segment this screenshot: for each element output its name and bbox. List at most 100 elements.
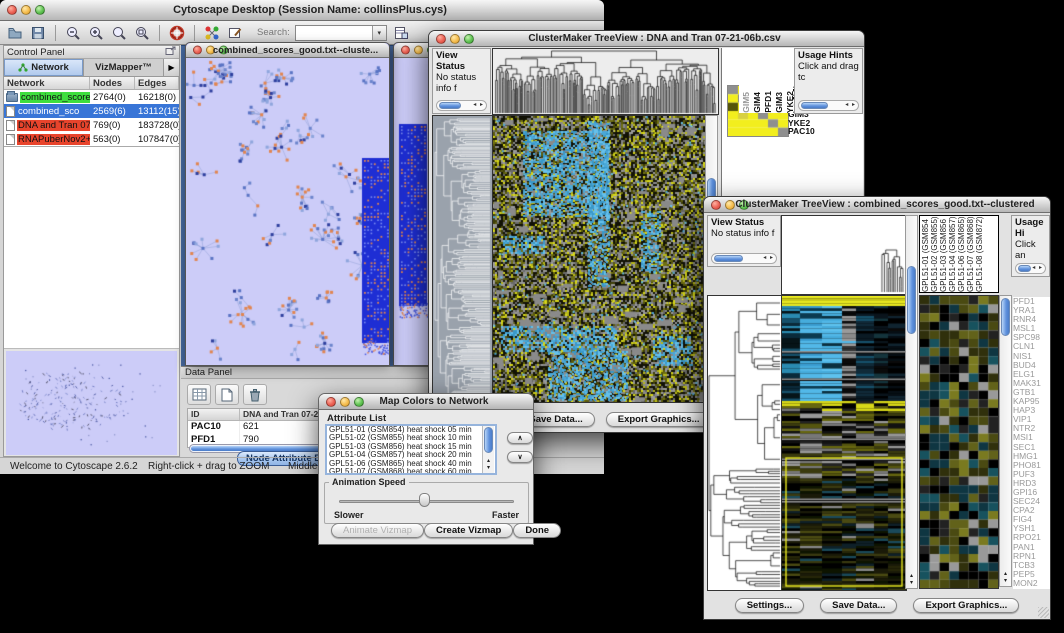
tab-vizmapper[interactable]: VizMapper™ bbox=[84, 59, 164, 76]
vizmapper-icon[interactable] bbox=[203, 24, 221, 42]
treeview-button[interactable]: Save Data... bbox=[820, 598, 897, 613]
attribute-list[interactable]: GPL51-01 (GSM854) heat shock 05 minGPL51… bbox=[325, 424, 497, 475]
tab-overflow-arrow[interactable]: ▶ bbox=[164, 59, 179, 76]
column-label[interactable]: GPL51-03 (GSM856 bbox=[939, 216, 948, 292]
minimize-icon[interactable] bbox=[414, 46, 423, 55]
col-edges[interactable]: Edges bbox=[135, 77, 179, 89]
zoom-out-icon[interactable] bbox=[64, 24, 82, 42]
close-icon[interactable] bbox=[436, 34, 446, 44]
scrollbar-thumb[interactable] bbox=[1001, 298, 1010, 336]
treeview-button[interactable]: Settings... bbox=[735, 598, 804, 613]
panel-scrollbar[interactable]: ◂ ▸ bbox=[436, 100, 487, 111]
network-file-icon bbox=[6, 134, 15, 145]
combined-heatmap[interactable] bbox=[781, 295, 907, 591]
scrollbar-thumb[interactable] bbox=[484, 427, 493, 453]
dna-heatmap[interactable] bbox=[492, 115, 707, 403]
search-input[interactable]: ▾ bbox=[295, 25, 387, 41]
treeview-button[interactable]: Export Graphics... bbox=[913, 598, 1019, 613]
network-canvas[interactable] bbox=[186, 58, 389, 365]
network-title-bar[interactable]: combined_scores_good.txt--cluste... bbox=[186, 43, 389, 58]
close-icon[interactable] bbox=[193, 46, 202, 55]
detail-vscrollbar[interactable]: ▴▾ bbox=[999, 295, 1012, 587]
network-list-header[interactable]: Network Nodes Edges bbox=[4, 77, 179, 90]
scrollbar-thumb[interactable] bbox=[1018, 265, 1031, 272]
combined-row-dendrogram[interactable] bbox=[707, 295, 783, 591]
combined-detail-heatmap[interactable] bbox=[919, 295, 999, 589]
scrollbar-thumb[interactable] bbox=[714, 255, 743, 262]
select-attributes-icon[interactable] bbox=[187, 384, 211, 405]
dialog-title-bar[interactable]: Map Colors to Network bbox=[319, 394, 533, 410]
attribute-browser-icon[interactable] bbox=[392, 24, 410, 42]
scroll-arrows-icon[interactable]: ▴▾ bbox=[906, 573, 917, 587]
float-panel-icon[interactable] bbox=[165, 46, 176, 59]
dna-column-dendrogram[interactable] bbox=[492, 48, 719, 115]
speed-slider-thumb[interactable] bbox=[419, 493, 430, 507]
panel-scrollbar[interactable]: ◂ ▸ bbox=[1015, 263, 1046, 274]
col-id[interactable]: ID bbox=[188, 409, 240, 420]
scroll-arrows-icon[interactable]: ◂ ▸ bbox=[473, 100, 486, 111]
scroll-arrows-icon[interactable]: ▴▾ bbox=[483, 458, 494, 472]
scrollbar-thumb[interactable] bbox=[439, 102, 461, 109]
treeview-button[interactable]: Export Graphics... bbox=[606, 412, 712, 427]
new-attribute-icon[interactable] bbox=[215, 384, 239, 405]
combined-heatmap-vscrollbar[interactable]: ▴▾ bbox=[905, 215, 918, 589]
zoom-fit-icon[interactable] bbox=[110, 24, 128, 42]
gene-label[interactable]: MON2 bbox=[1013, 579, 1050, 588]
tab-network[interactable]: Network bbox=[4, 59, 84, 76]
dialog-button[interactable]: Animate Vizmap bbox=[331, 523, 424, 538]
close-icon[interactable] bbox=[326, 397, 336, 407]
attribute-list-vscrollbar[interactable]: ▴▾ bbox=[482, 426, 494, 473]
delete-attribute-icon[interactable] bbox=[243, 384, 267, 405]
column-label[interactable]: YKE2 bbox=[785, 91, 793, 113]
faster-label: Faster bbox=[492, 510, 519, 520]
network-row[interactable]: combined_scores 2764(0) 16218(0) bbox=[4, 90, 179, 104]
column-label[interactable]: GPL51-02 (GSM855) bbox=[930, 216, 939, 292]
close-icon[interactable] bbox=[7, 5, 17, 15]
column-label[interactable]: GIM3 bbox=[774, 92, 784, 113]
column-label[interactable]: PFD1 bbox=[763, 91, 773, 113]
column-label[interactable]: GPL51-01 (GSM854 bbox=[921, 216, 930, 292]
move-down-button[interactable]: ∨ bbox=[507, 451, 533, 463]
scrollbar-thumb[interactable] bbox=[907, 266, 916, 334]
save-icon[interactable] bbox=[29, 24, 47, 42]
scrollbar-thumb[interactable] bbox=[801, 102, 828, 109]
scroll-arrows-icon[interactable]: ◂ ▸ bbox=[845, 100, 858, 111]
scroll-arrows-icon[interactable]: ◂ ▸ bbox=[1032, 263, 1045, 274]
resize-grip[interactable] bbox=[1038, 607, 1049, 618]
annotation-icon[interactable] bbox=[226, 24, 244, 42]
col-network[interactable]: Network bbox=[4, 77, 90, 89]
scroll-arrows-icon[interactable]: ◂ ▸ bbox=[763, 253, 776, 264]
treeview-combined-title-bar[interactable]: ClusterMaker TreeView : combined_scores_… bbox=[704, 197, 1050, 213]
zoom-selected-icon[interactable] bbox=[133, 24, 151, 42]
dna-row-dendrogram[interactable] bbox=[432, 115, 493, 403]
close-icon[interactable] bbox=[711, 200, 721, 210]
chevron-down-icon[interactable]: ▾ bbox=[372, 26, 386, 40]
panel-scrollbar[interactable]: ◂ ▸ bbox=[711, 253, 777, 264]
birdseye-overview[interactable] bbox=[6, 351, 177, 455]
panel-scrollbar[interactable]: ◂ ▸ bbox=[798, 100, 859, 111]
treeview-dna-title-bar[interactable]: ClusterMaker TreeView : DNA and Tran 07-… bbox=[429, 31, 864, 47]
column-label[interactable]: GPL51-04 (GSM857) bbox=[948, 216, 957, 292]
column-label[interactable]: GPL51-07 (GSM868) bbox=[966, 216, 975, 292]
network-row[interactable]: DNA and Tran 07 769(0) 183728(0) bbox=[4, 118, 179, 132]
attribute-list-item[interactable]: GPL51-07 (GSM868) heat shock 60 min bbox=[329, 468, 495, 475]
gene-label[interactable]: PAC10 bbox=[788, 127, 815, 135]
col-nodes[interactable]: Nodes bbox=[90, 77, 135, 89]
scroll-arrows-icon[interactable]: ▴▾ bbox=[1000, 571, 1011, 585]
column-label[interactable]: GPL51-06 (GSM865) bbox=[957, 216, 966, 292]
zoom-in-icon[interactable] bbox=[87, 24, 105, 42]
main-title-bar[interactable]: Cytoscape Desktop (Session Name: collins… bbox=[0, 0, 604, 21]
network-row[interactable]: RNAPuberNov2+ 563(0) 107847(0) bbox=[4, 132, 179, 146]
help-lifesaver-icon[interactable] bbox=[168, 24, 186, 42]
dialog-button[interactable]: Done bbox=[513, 523, 561, 538]
control-panel-header: Control Panel bbox=[4, 46, 179, 59]
close-icon[interactable] bbox=[401, 46, 410, 55]
combined-column-dendrogram[interactable] bbox=[781, 215, 907, 295]
open-file-icon[interactable] bbox=[6, 24, 24, 42]
network-row[interactable]: combined_sco 2569(6) 13112(15) bbox=[4, 104, 179, 118]
dialog-button[interactable]: Create Vizmap bbox=[424, 523, 513, 538]
move-up-button[interactable]: ∧ bbox=[507, 432, 533, 444]
column-label[interactable]: GIM4 bbox=[752, 92, 762, 113]
column-label[interactable]: GIM5 bbox=[741, 92, 751, 113]
column-label[interactable]: GPL51-08 (GSM872) bbox=[975, 216, 984, 292]
